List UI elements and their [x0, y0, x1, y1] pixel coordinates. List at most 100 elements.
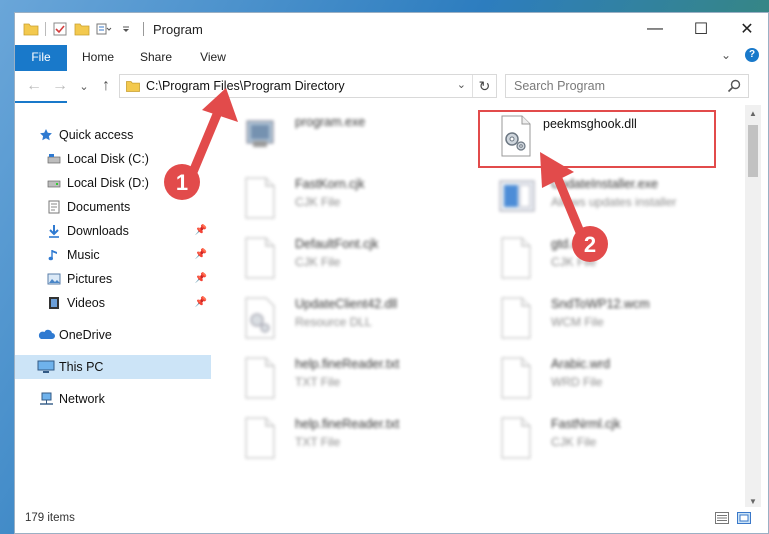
dll-gear-icon — [241, 295, 279, 341]
sidebar-item-label: Documents — [67, 200, 131, 214]
sidebar-item-music[interactable]: Music 📌 — [15, 243, 211, 267]
sidebar-item-documents[interactable]: Documents — [15, 195, 211, 219]
back-button[interactable]: ← — [23, 75, 45, 97]
file-name: UpdateClient42.dll — [295, 297, 398, 311]
sidebar-item-label: Pictures — [67, 272, 113, 286]
drive-icon — [47, 152, 61, 166]
pin-icon[interactable]: 📌 — [195, 297, 207, 308]
file-icon — [241, 175, 279, 221]
view-options-icon[interactable] — [96, 22, 112, 36]
file-type: TXT File — [295, 375, 341, 389]
details-view-icon[interactable] — [715, 512, 729, 524]
file-icon — [497, 355, 535, 401]
file-type: CJK File — [295, 255, 341, 269]
minimize-button[interactable]: — — [632, 13, 678, 45]
address-dropdown-icon[interactable]: ⌄ — [457, 78, 466, 91]
sidebar-item-quick-access[interactable]: Quick access — [15, 123, 211, 147]
sidebar-item-label: Downloads — [67, 224, 129, 238]
file-icon — [497, 295, 535, 341]
file-icon — [241, 355, 279, 401]
expand-ribbon-icon[interactable]: ⌄ — [721, 48, 731, 62]
scroll-up-icon[interactable]: ▲ — [745, 105, 761, 121]
title-bar: Program — ☐ ✕ — [15, 13, 768, 45]
sidebar-item-label: This PC — [59, 360, 104, 374]
address-bar[interactable]: C:\Program Files\Program Directory ⌄ ↻ — [119, 74, 497, 98]
sidebar-item-pictures[interactable]: Pictures 📌 — [15, 267, 211, 291]
search-input[interactable]: Search Program — [514, 79, 605, 93]
file-item[interactable]: DefaultFont.cjk CJK File — [223, 233, 463, 291]
file-item[interactable]: FastNrml.cjk CJK File — [479, 413, 719, 471]
new-folder-icon[interactable] — [74, 22, 90, 36]
address-row: ← → ⌄ ↑ C:\Program Files\Program Directo… — [15, 71, 768, 101]
file-type: TXT File — [295, 435, 341, 449]
file-item[interactable]: SndToWP12.wcm WCM File — [479, 293, 719, 351]
pin-icon[interactable]: 📌 — [195, 249, 207, 260]
sidebar-item-label: Local Disk (C:) — [67, 152, 149, 166]
folder-icon — [126, 80, 140, 92]
ribbon-tabs: File Home Share View ⌄ ? — [15, 45, 768, 103]
sidebar-item-local-disk-c[interactable]: Local Disk (C:) — [15, 147, 211, 171]
download-icon — [47, 224, 61, 238]
file-name: SndToWP12.wcm — [551, 297, 650, 311]
address-path[interactable]: C:\Program Files\Program Directory — [146, 79, 345, 93]
file-item[interactable]: help.fineReader.txt TXT File — [223, 413, 463, 471]
star-icon — [39, 128, 53, 142]
large-icons-view-icon[interactable] — [737, 512, 751, 524]
folder-icon[interactable] — [23, 22, 39, 36]
properties-icon[interactable] — [52, 22, 68, 36]
file-type: CJK File — [551, 255, 597, 269]
file-type: Allows updates installer — [551, 195, 677, 209]
file-item[interactable]: UpdateClient42.dll Resource DLL — [223, 293, 463, 351]
sidebar-item-local-disk-d[interactable]: Local Disk (D:) — [15, 171, 211, 195]
help-icon[interactable]: ? — [745, 48, 759, 62]
forward-button[interactable]: → — [49, 75, 71, 97]
vertical-scrollbar[interactable]: ▲ ▼ — [745, 105, 761, 509]
sidebar-item-label: Local Disk (D:) — [67, 176, 149, 190]
pc-icon — [37, 360, 55, 374]
drive-icon — [47, 176, 61, 190]
file-name: help.fineReader.txt — [295, 357, 400, 371]
file-name: program.exe — [295, 115, 366, 129]
file-item[interactable]: gtd.cjk CJK File — [479, 233, 719, 291]
tab-share[interactable]: Share — [133, 45, 179, 69]
file-name: UpdateInstaller.exe — [551, 177, 659, 191]
file-item[interactable]: help.fineReader.txt TXT File — [223, 353, 463, 411]
file-type: CJK File — [551, 435, 597, 449]
file-name: gtd.cjk — [551, 237, 588, 251]
file-item-program-exe[interactable]: program.exe — [223, 111, 463, 169]
customize-qat-icon[interactable] — [118, 22, 134, 36]
refresh-button[interactable]: ↻ — [472, 75, 496, 97]
tab-view[interactable]: View — [191, 45, 235, 69]
target-highlight-box — [478, 110, 716, 168]
sidebar-item-label: Quick access — [59, 128, 134, 142]
cloud-icon — [37, 328, 55, 342]
item-count: 179 items — [25, 512, 75, 524]
file-item[interactable]: Arabic.wrd WRD File — [479, 353, 719, 411]
close-button[interactable]: ✕ — [724, 13, 768, 45]
recent-locations-button[interactable]: ⌄ — [73, 75, 95, 97]
scroll-thumb[interactable] — [748, 125, 758, 177]
file-item[interactable]: FastKorn.cjk CJK File — [223, 173, 463, 231]
videos-icon — [47, 296, 61, 310]
file-icon — [241, 415, 279, 461]
sidebar-item-this-pc[interactable]: This PC — [15, 355, 211, 379]
status-bar: 179 items — [15, 507, 768, 531]
sidebar-item-downloads[interactable]: Downloads 📌 — [15, 219, 211, 243]
file-icon — [241, 235, 279, 281]
pin-icon[interactable]: 📌 — [195, 225, 207, 236]
sidebar-item-onedrive[interactable]: OneDrive — [15, 323, 211, 347]
sidebar-item-videos[interactable]: Videos 📌 — [15, 291, 211, 315]
explorer-window: Program — ☐ ✕ File Home Share View ⌄ ? ←… — [14, 12, 769, 534]
documents-icon — [47, 200, 61, 214]
search-box[interactable]: Search Program — [505, 74, 749, 98]
maximize-button[interactable]: ☐ — [678, 13, 724, 45]
file-name: FastNrml.cjk — [551, 417, 621, 431]
window-title: Program — [153, 22, 203, 37]
search-icon[interactable] — [726, 78, 742, 94]
file-type: CJK File — [295, 195, 341, 209]
sidebar-item-network[interactable]: Network — [15, 387, 211, 411]
pin-icon[interactable]: 📌 — [195, 273, 207, 284]
tab-home[interactable]: Home — [75, 45, 121, 69]
file-item[interactable]: UpdateInstaller.exe Allows updates insta… — [479, 173, 719, 231]
up-button[interactable]: ↑ — [95, 75, 117, 97]
